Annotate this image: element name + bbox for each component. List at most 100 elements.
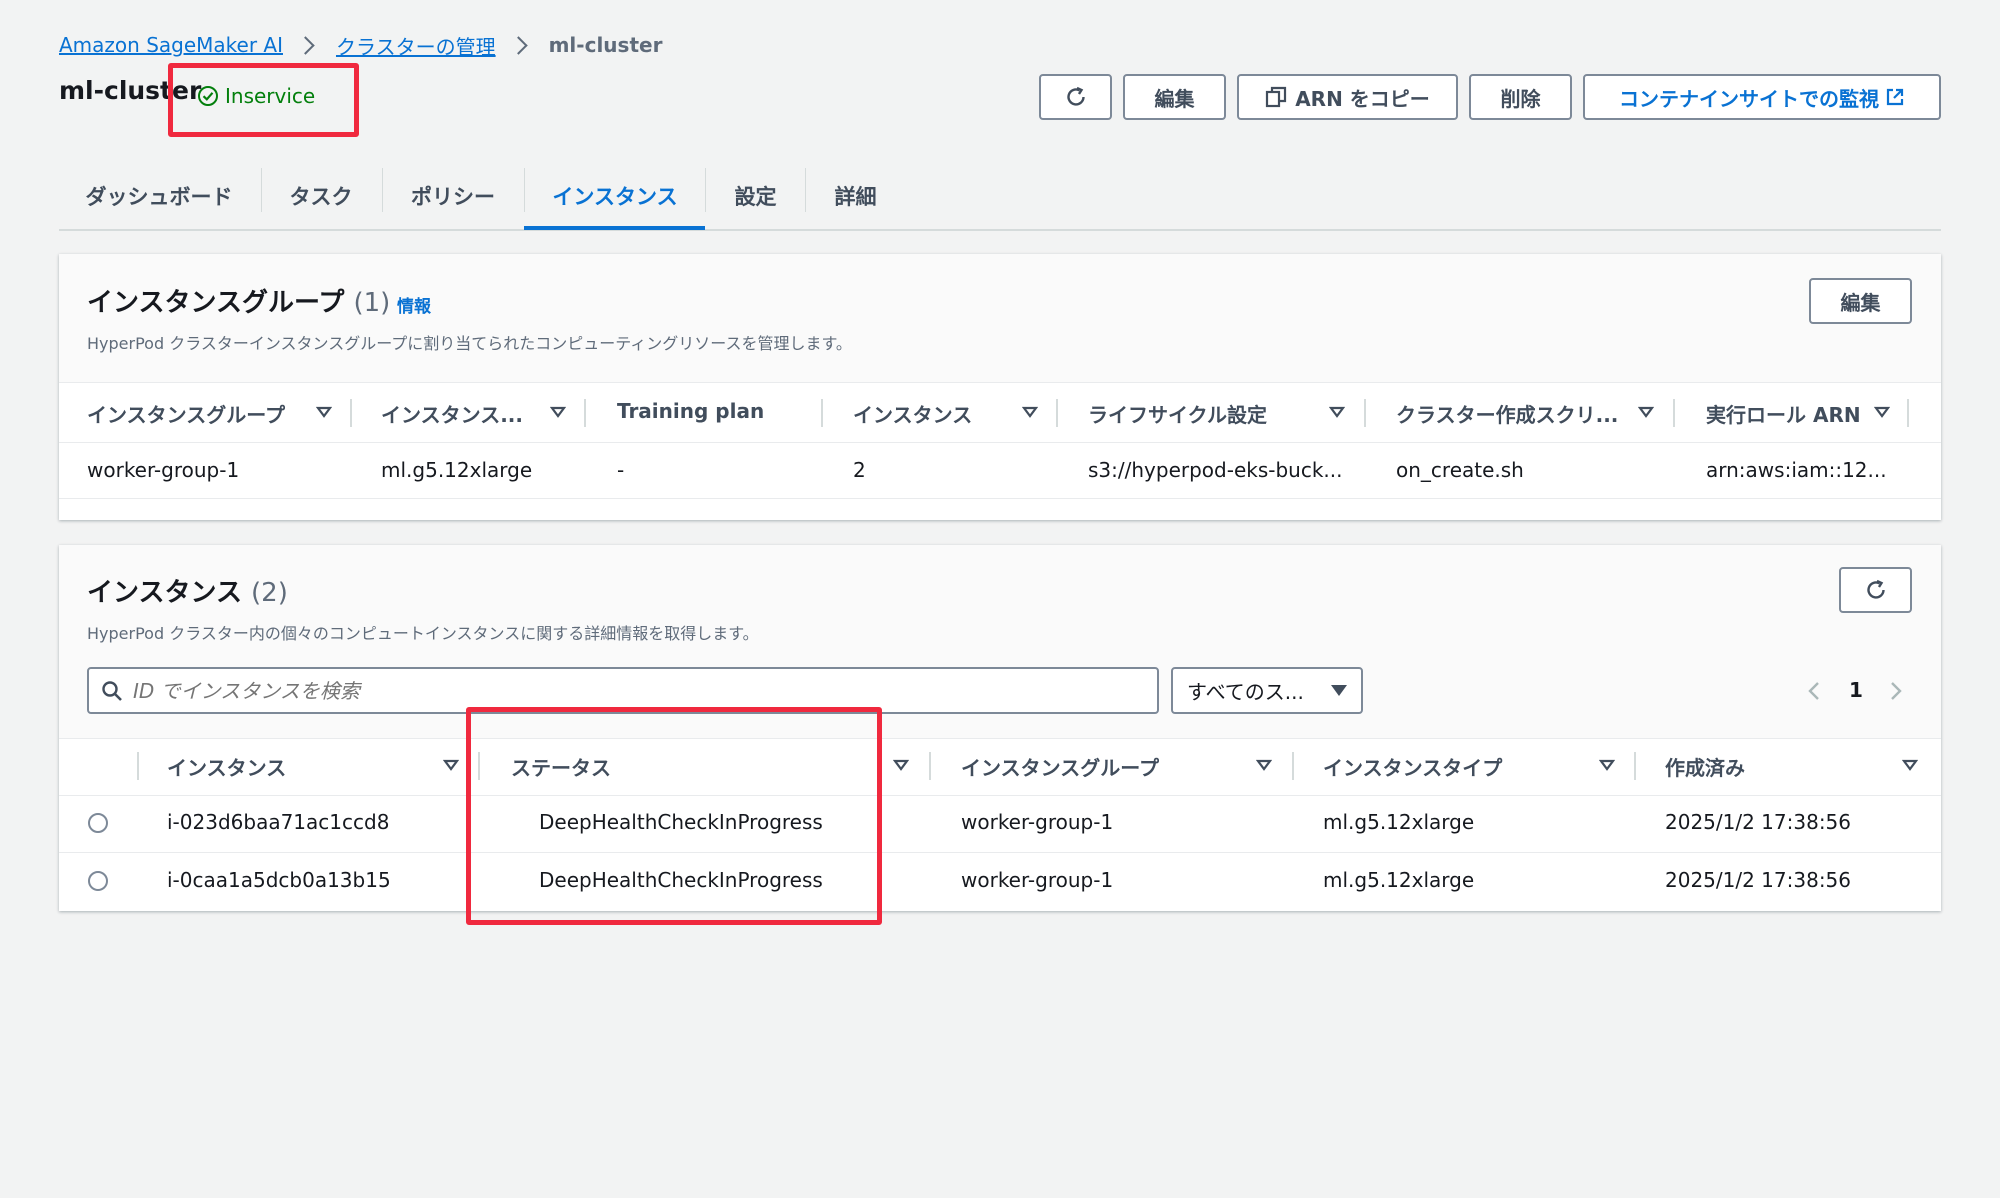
tab-policy[interactable]: ポリシー bbox=[383, 170, 523, 222]
instances-count: (2) bbox=[251, 578, 288, 608]
row-select-radio[interactable] bbox=[88, 871, 108, 891]
refresh-icon bbox=[1866, 579, 1885, 599]
instances-refresh-button[interactable] bbox=[1839, 567, 1912, 613]
column-header-creation-script[interactable]: クラスター作成スクリ... bbox=[1396, 399, 1618, 428]
divider bbox=[59, 795, 1941, 796]
column-header-instance-type[interactable]: インスタンスタイプ bbox=[1323, 752, 1502, 781]
breadcrumb-link-sagemaker[interactable]: Amazon SageMaker AI bbox=[59, 33, 283, 57]
tab-instances[interactable]: インスタンス bbox=[525, 170, 705, 222]
highlight-box-status-column bbox=[466, 707, 882, 925]
breadcrumb-current: ml-cluster bbox=[548, 33, 663, 57]
column-divider bbox=[584, 399, 586, 427]
column-divider bbox=[1056, 399, 1058, 427]
instance-groups-title: インスタンスグループ bbox=[87, 288, 345, 318]
column-header-instance[interactable]: インスタンス bbox=[167, 752, 286, 781]
instance-groups-heading: インスタンスグループ (1) bbox=[87, 282, 390, 319]
breadcrumb-link-cluster-management[interactable]: クラスターの管理 bbox=[336, 31, 496, 60]
highlight-box-status bbox=[168, 63, 359, 137]
container-insights-button[interactable]: コンテナインサイトでの監視 bbox=[1583, 74, 1941, 120]
copy-arn-label: ARN をコピー bbox=[1295, 86, 1430, 111]
column-divider bbox=[929, 752, 931, 780]
tab-dashboard[interactable]: ダッシュボード bbox=[59, 170, 259, 222]
instance-groups-count: (1) bbox=[353, 288, 391, 318]
column-header-instance-count[interactable]: インスタンス bbox=[853, 399, 972, 428]
sort-icon[interactable] bbox=[1902, 759, 1918, 771]
sort-icon[interactable] bbox=[1022, 406, 1038, 418]
instance-groups-panel: インスタンスグループ (1) 情報 HyperPod クラスターインスタンスグル… bbox=[59, 254, 1941, 520]
sort-icon[interactable] bbox=[1329, 406, 1345, 418]
caret-down-icon bbox=[1331, 685, 1347, 696]
chevron-right-icon bbox=[508, 35, 528, 55]
active-tab-indicator bbox=[524, 226, 705, 230]
breadcrumb: Amazon SageMaker AI クラスターの管理 ml-cluster bbox=[59, 30, 662, 60]
tab-settings[interactable]: 設定 bbox=[706, 170, 805, 222]
column-divider bbox=[1292, 752, 1294, 780]
column-header-instance-group[interactable]: インスタンスグループ bbox=[961, 752, 1159, 781]
column-header-instance-group[interactable]: インスタンスグループ bbox=[87, 399, 285, 428]
cell-instance-type: ml.g5.12xlarge bbox=[1323, 868, 1475, 892]
tab-details[interactable]: 詳細 bbox=[806, 170, 905, 222]
status-filter-value: すべてのス... bbox=[1187, 680, 1304, 704]
column-divider bbox=[1907, 399, 1909, 427]
sort-icon[interactable] bbox=[316, 406, 332, 418]
sort-icon[interactable] bbox=[443, 759, 459, 771]
column-header-role-arn[interactable]: 実行ロール ARN bbox=[1706, 399, 1861, 428]
cell-created: 2025/1/2 17:38:56 bbox=[1665, 868, 1852, 892]
divider bbox=[59, 738, 1941, 739]
chevron-right-icon[interactable] bbox=[1889, 681, 1903, 701]
column-divider bbox=[1634, 752, 1636, 780]
cell-instance-id[interactable]: i-023d6baa71ac1ccd8 bbox=[167, 810, 389, 834]
column-divider bbox=[1673, 399, 1675, 427]
sort-icon[interactable] bbox=[1874, 406, 1890, 418]
column-header-created[interactable]: 作成済み bbox=[1665, 752, 1745, 781]
search-icon bbox=[102, 680, 122, 701]
column-header-training-plan: Training plan bbox=[617, 399, 765, 423]
search-input[interactable] bbox=[133, 678, 1033, 703]
status-filter-select[interactable]: すべてのス... bbox=[1171, 667, 1363, 714]
divider bbox=[59, 498, 1941, 499]
external-link-icon bbox=[1886, 88, 1904, 106]
cell-instance-type: ml.g5.12xlarge bbox=[1323, 810, 1475, 834]
sort-icon[interactable] bbox=[1599, 759, 1615, 771]
column-divider bbox=[1364, 399, 1366, 427]
refresh-button[interactable] bbox=[1039, 74, 1112, 120]
chevron-left-icon[interactable] bbox=[1807, 681, 1821, 701]
info-link[interactable]: 情報 bbox=[397, 292, 431, 317]
cell-instance-id[interactable]: i-0caa1a5dcb0a13b15 bbox=[167, 868, 391, 892]
refresh-icon bbox=[1066, 86, 1085, 106]
divider bbox=[59, 442, 1941, 443]
copy-icon bbox=[1266, 86, 1287, 108]
cell-training-plan: - bbox=[617, 458, 625, 482]
copy-arn-button[interactable]: ARN をコピー bbox=[1237, 74, 1458, 120]
edit-button[interactable]: 編集 bbox=[1123, 74, 1226, 120]
divider bbox=[59, 852, 1941, 853]
cell-instance-group: worker-group-1 bbox=[961, 810, 1114, 834]
cell-creation-script: on_create.sh bbox=[1396, 458, 1524, 482]
sort-icon[interactable] bbox=[550, 406, 566, 418]
sort-icon[interactable] bbox=[1256, 759, 1272, 771]
cell-role-arn: arn:aws:iam::12... bbox=[1706, 458, 1887, 482]
cell-instance-group: worker-group-1 bbox=[961, 868, 1114, 892]
container-insights-label: コンテナインサイトでの監視 bbox=[1619, 86, 1879, 111]
instance-groups-description: HyperPod クラスターインスタンスグループに割り当てられたコンピューティン… bbox=[87, 334, 852, 353]
chevron-right-icon bbox=[296, 35, 315, 55]
sort-icon[interactable] bbox=[893, 759, 909, 771]
column-header-instance-type[interactable]: インスタンス... bbox=[381, 399, 523, 428]
tab-tasks[interactable]: タスク bbox=[262, 170, 380, 222]
instances-title: インスタンス bbox=[87, 578, 242, 608]
instances-panel: インスタンス (2) HyperPod クラスター内の個々のコンピュートインスタ… bbox=[59, 545, 1941, 911]
row-select-radio[interactable] bbox=[88, 813, 108, 833]
column-divider bbox=[821, 399, 823, 427]
instances-description: HyperPod クラスター内の個々のコンピュートインスタンスに関する詳細情報を… bbox=[87, 624, 759, 643]
column-divider bbox=[350, 399, 352, 427]
delete-button[interactable]: 削除 bbox=[1469, 74, 1572, 120]
cell-instance-count: 2 bbox=[853, 458, 866, 482]
instance-groups-edit-button[interactable]: 編集 bbox=[1809, 278, 1912, 324]
tab-bar: ダッシュボード タスク ポリシー インスタンス 設定 詳細 bbox=[59, 160, 1941, 231]
sort-icon[interactable] bbox=[1638, 406, 1654, 418]
divider bbox=[59, 382, 1941, 383]
cell-created: 2025/1/2 17:38:56 bbox=[1665, 810, 1852, 834]
instances-heading: インスタンス (2) bbox=[87, 572, 288, 609]
column-header-lifecycle[interactable]: ライフサイクル設定 bbox=[1088, 399, 1267, 428]
page-number[interactable]: 1 bbox=[1849, 678, 1863, 702]
